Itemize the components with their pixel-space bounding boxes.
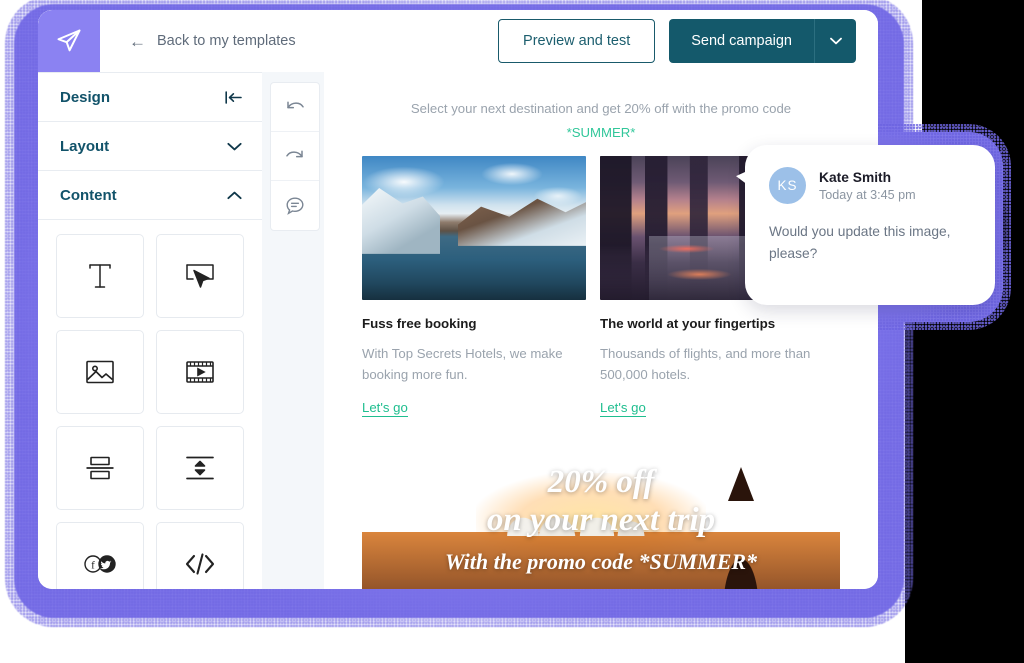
editor-sidebar: Design Layout Content f — [38, 72, 262, 589]
collapse-panel-icon[interactable] — [225, 90, 242, 104]
chevron-down-icon[interactable] — [227, 142, 242, 151]
split-rows-icon — [85, 455, 115, 481]
chevron-up-icon[interactable] — [227, 191, 242, 200]
preview-and-test-button[interactable]: Preview and test — [498, 19, 656, 63]
social-follow-icon: f — [82, 554, 118, 574]
send-campaign-button[interactable]: Send campaign — [669, 19, 814, 63]
editor-toolbar — [270, 82, 320, 231]
promo-code-text: *SUMMER* — [566, 124, 636, 140]
sidebar-item-layout[interactable]: Layout — [38, 122, 262, 171]
sidebar-item-content[interactable]: Content — [38, 171, 262, 220]
chevron-down-icon — [829, 37, 842, 45]
content-block-social[interactable]: f — [56, 522, 144, 589]
comment-text: Would you update this image, please? — [769, 224, 951, 262]
text-t-icon — [86, 261, 114, 291]
redo-arrow-icon — [285, 148, 305, 164]
glacier-lake-photo[interactable] — [362, 155, 586, 300]
comment-timestamp: Today at 3:45 pm — [819, 187, 916, 202]
hero-line-1: 20% off — [547, 463, 655, 500]
content-block-spacer[interactable] — [156, 426, 244, 510]
back-to-templates-link[interactable]: ← Back to my templates — [129, 33, 296, 50]
content-block-video[interactable] — [156, 330, 244, 414]
hero-text-overlay: 20% off on your next trip With the promo… — [362, 444, 840, 589]
sidebar-item-design[interactable]: Design — [38, 73, 262, 122]
sydney-sunset-photo[interactable]: 20% off on your next trip With the promo… — [362, 444, 840, 589]
email-column[interactable]: Fuss free booking With Top Secrets Hotel… — [362, 155, 586, 417]
send-campaign-group: Send campaign — [669, 19, 856, 63]
send-campaign-dropdown-button[interactable] — [814, 19, 856, 63]
content-block-image[interactable] — [56, 330, 144, 414]
comment-meta: Kate Smith Today at 3:45 pm — [819, 170, 916, 202]
film-strip-icon — [185, 359, 215, 385]
comment-card[interactable]: KS Kate Smith Today at 3:45 pm Would you… — [736, 145, 995, 305]
content-block-html[interactable] — [156, 522, 244, 589]
sidebar-item-label: Layout — [60, 137, 110, 155]
sidebar-item-label: Content — [60, 186, 117, 204]
paper-plane-icon — [55, 27, 83, 55]
arrow-left-icon: ← — [129, 31, 146, 51]
redo-button[interactable] — [271, 132, 319, 181]
app-logo[interactable] — [38, 10, 100, 72]
screenshot-root: ← Back to my templates Preview and test … — [0, 0, 1024, 663]
comment-header: KS Kate Smith Today at 3:45 pm — [769, 167, 971, 204]
content-blocks-grid: f — [38, 220, 262, 589]
comment-bubble-icon — [285, 196, 305, 216]
back-to-templates-label: Back to my templates — [157, 33, 296, 49]
column-cta-link[interactable]: Let's go — [600, 400, 646, 417]
hero-line-3: With the promo code *SUMMER* — [444, 549, 758, 575]
promo-headline: Select your next destination and get 20%… — [410, 101, 792, 116]
content-block-text[interactable] — [56, 234, 144, 318]
column-body: Thousands of flights, and more than 500,… — [600, 345, 811, 382]
cursor-button-icon — [185, 263, 215, 289]
app-header: ← Back to my templates Preview and test … — [38, 10, 878, 72]
column-body: With Top Secrets Hotels, we make booking… — [362, 345, 563, 382]
column-title: Fuss free booking — [362, 315, 477, 331]
hero-line-2: on your next trip — [486, 501, 716, 538]
svg-text:f: f — [91, 560, 95, 572]
undo-arrow-icon — [285, 99, 305, 115]
column-cta-link[interactable]: Let's go — [362, 400, 408, 417]
content-block-columns[interactable] — [56, 426, 144, 510]
comment-author: Kate Smith — [819, 169, 892, 185]
image-icon — [85, 359, 115, 385]
sidebar-item-label: Design — [60, 88, 111, 106]
spacer-arrows-icon — [185, 455, 215, 481]
comment-button[interactable] — [271, 181, 319, 230]
content-block-button[interactable] — [156, 234, 244, 318]
code-brackets-icon — [184, 552, 216, 576]
background-plate — [905, 316, 1024, 663]
avatar: KS — [769, 167, 806, 204]
undo-button[interactable] — [271, 83, 319, 132]
